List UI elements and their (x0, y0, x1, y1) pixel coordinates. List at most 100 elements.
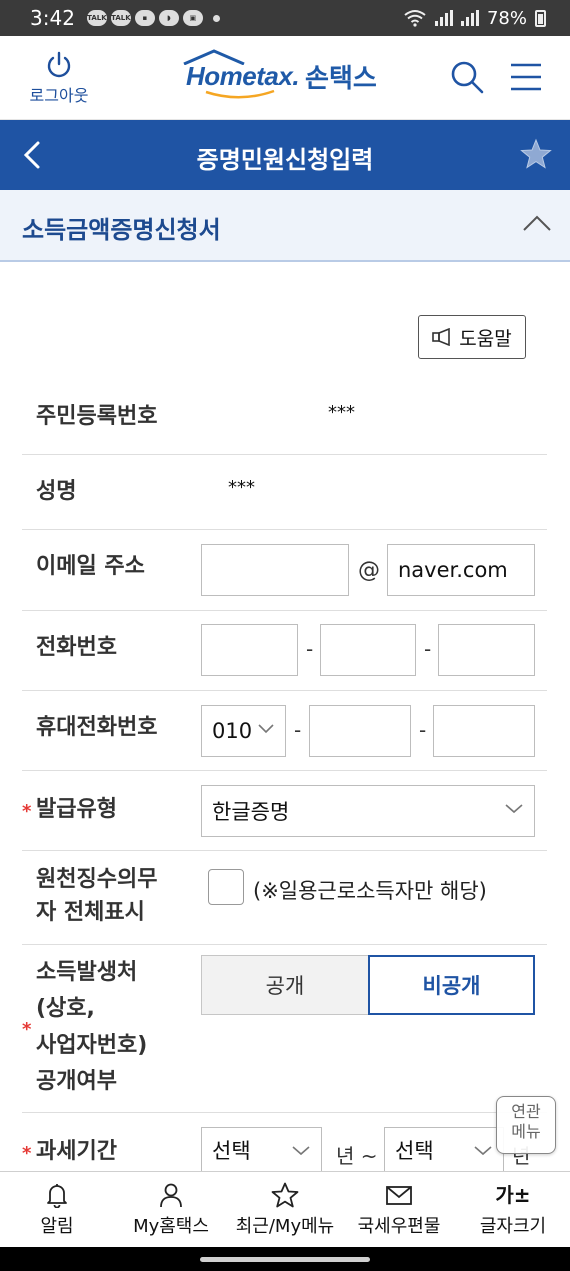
phone-last-input[interactable] (438, 624, 535, 676)
notification-icons: TALK TALK ▪ ◗ ▣ (86, 10, 220, 26)
nav-tax-mail[interactable]: 국세우편물 (342, 1172, 456, 1247)
email-domain-input[interactable]: naver.com (387, 544, 535, 596)
tax-period-row: * 과세기간 선택 년 ~ 선택 년 (22, 1113, 547, 1171)
app-header: 로그아웃 Hometax. 손택스 (0, 36, 570, 120)
brand-home-text: Hometax. (183, 49, 300, 99)
battery-icon (535, 9, 546, 27)
section-header[interactable]: 소득금액증명신청서 (0, 190, 570, 262)
page-title-bar: 증명민원신청입력 (0, 120, 570, 190)
collapse-toggle[interactable] (522, 214, 552, 236)
favorite-button[interactable] (520, 138, 552, 174)
issue-type-value: 한글증명 (212, 800, 290, 824)
tax-period-end-select[interactable]: 선택 (384, 1127, 504, 1171)
mobile-separator: - (294, 718, 302, 742)
page-title: 증명민원신청입력 (196, 146, 374, 174)
chevron-up-icon (523, 215, 551, 231)
email-local-input[interactable] (201, 544, 349, 596)
menu-button[interactable] (510, 63, 542, 95)
tax-period-end-value: 선택 (395, 1138, 434, 1163)
megaphone-icon (432, 328, 451, 346)
mail-icon (386, 1185, 412, 1205)
withholding-label: 원천징수의무 자 전체표시 (36, 867, 158, 925)
chat-icon: ◗ (158, 10, 179, 26)
tax-period-label: 과세기간 (36, 1139, 117, 1164)
phone-middle-input[interactable] (320, 624, 416, 676)
screen: 3:42 TALK TALK ▪ ◗ ▣ 78% 로그아웃 Hometax. 손… (0, 0, 570, 1271)
name-value: *** (228, 477, 255, 498)
tax-period-start-select[interactable]: 선택 (201, 1127, 322, 1171)
phone-separator: - (424, 637, 432, 661)
battery-level: 78% (486, 7, 527, 29)
signal-icon (460, 10, 479, 26)
nav-recent-my-menu[interactable]: 최근/My메뉴 (228, 1172, 342, 1247)
logo-swoosh-icon (205, 89, 275, 99)
chevron-down-icon (292, 1146, 310, 1156)
resident-no-value: *** (328, 402, 355, 423)
mobile-prefix-select[interactable]: 010 (201, 705, 286, 757)
required-mark: * (22, 1019, 32, 1040)
email-label: 이메일 주소 (36, 554, 145, 579)
income-source-label: 소득발생처 (상호, 사업자번호) 공개여부 (36, 960, 148, 1094)
status-bar: 3:42 TALK TALK ▪ ◗ ▣ 78% (0, 0, 570, 36)
issue-type-select[interactable]: 한글증명 (201, 785, 535, 837)
phone-label: 전화번호 (36, 635, 117, 660)
brand-son-text: 손택스 (305, 64, 377, 94)
phone-row: 전화번호 - - (22, 611, 547, 691)
name-row: 성명 *** (22, 455, 547, 530)
system-status: 78% (403, 8, 546, 29)
message-icon: ▪ (134, 10, 155, 26)
logout-label: 로그아웃 (29, 86, 89, 105)
disclose-option[interactable]: 공개 (201, 955, 369, 1015)
section-title: 소득금액증명신청서 (22, 216, 221, 244)
help-button[interactable]: 도움말 (418, 315, 526, 359)
withholding-checkbox[interactable] (208, 869, 244, 905)
name-label: 성명 (36, 479, 77, 504)
nav-notifications[interactable]: 알림 (0, 1172, 114, 1247)
chevron-down-icon (474, 1146, 492, 1156)
app-icon: ▣ (182, 10, 203, 26)
required-mark: * (22, 1143, 32, 1164)
tax-period-start-value: 선택 (212, 1138, 251, 1163)
search-button[interactable] (450, 60, 484, 98)
mobile-last-input[interactable] (433, 705, 535, 757)
resident-no-label: 주민등록번호 (36, 404, 158, 429)
mobile-prefix-value: 010 (212, 719, 253, 743)
phone-area-input[interactable] (201, 624, 298, 676)
related-menu-button[interactable]: 연관 메뉴 (496, 1096, 556, 1154)
kakaotalk-icon: TALK (110, 10, 131, 26)
logout-button[interactable]: 로그아웃 (22, 50, 96, 106)
more-dot-icon (212, 14, 220, 22)
home-indicator[interactable] (200, 1257, 370, 1262)
required-mark: * (22, 801, 32, 822)
email-at-sign: @ (358, 558, 380, 583)
nav-my-hometax[interactable]: My홈택스 (114, 1172, 228, 1247)
search-icon (451, 61, 484, 94)
mobile-middle-input[interactable] (309, 705, 411, 757)
mobile-row: 휴대전화번호 010 - - (22, 691, 547, 771)
nav-label: 알림 (40, 1215, 74, 1237)
bottom-nav: 알림 My홈택스 최근/My메뉴 국세우편물 가± 글자크기 (0, 1171, 570, 1247)
nav-label: 최근/My메뉴 (235, 1215, 335, 1237)
phone-separator: - (306, 637, 314, 661)
withholding-row: 원천징수의무 자 전체표시 (※일용근로소득자만 해당) (22, 851, 547, 945)
power-icon (47, 51, 71, 78)
issue-type-row: * 발급유형 한글증명 (22, 771, 547, 851)
resident-no-row: 주민등록번호 *** (22, 378, 547, 455)
bell-icon (47, 1183, 67, 1208)
clock: 3:42 (30, 6, 75, 30)
nav-label: 글자크기 (479, 1215, 547, 1237)
roof-icon (183, 49, 245, 65)
font-size-icon: 가± (495, 1182, 531, 1207)
email-row: 이메일 주소 @ naver.com (22, 530, 547, 611)
gesture-bar (0, 1247, 570, 1271)
chevron-down-icon (505, 804, 523, 814)
nav-font-size[interactable]: 가± 글자크기 (456, 1172, 570, 1247)
withholding-note: (※일용근로소득자만 해당) (253, 879, 487, 903)
nav-label: My홈택스 (133, 1215, 209, 1237)
non-disclose-option[interactable]: 비공개 (368, 955, 535, 1015)
issue-type-label: 발급유형 (36, 797, 117, 822)
hometax-logo[interactable]: Hometax. 손택스 (183, 49, 377, 99)
kakaotalk-icon: TALK (86, 10, 107, 26)
mobile-separator: - (419, 718, 427, 742)
person-icon (160, 1183, 182, 1207)
